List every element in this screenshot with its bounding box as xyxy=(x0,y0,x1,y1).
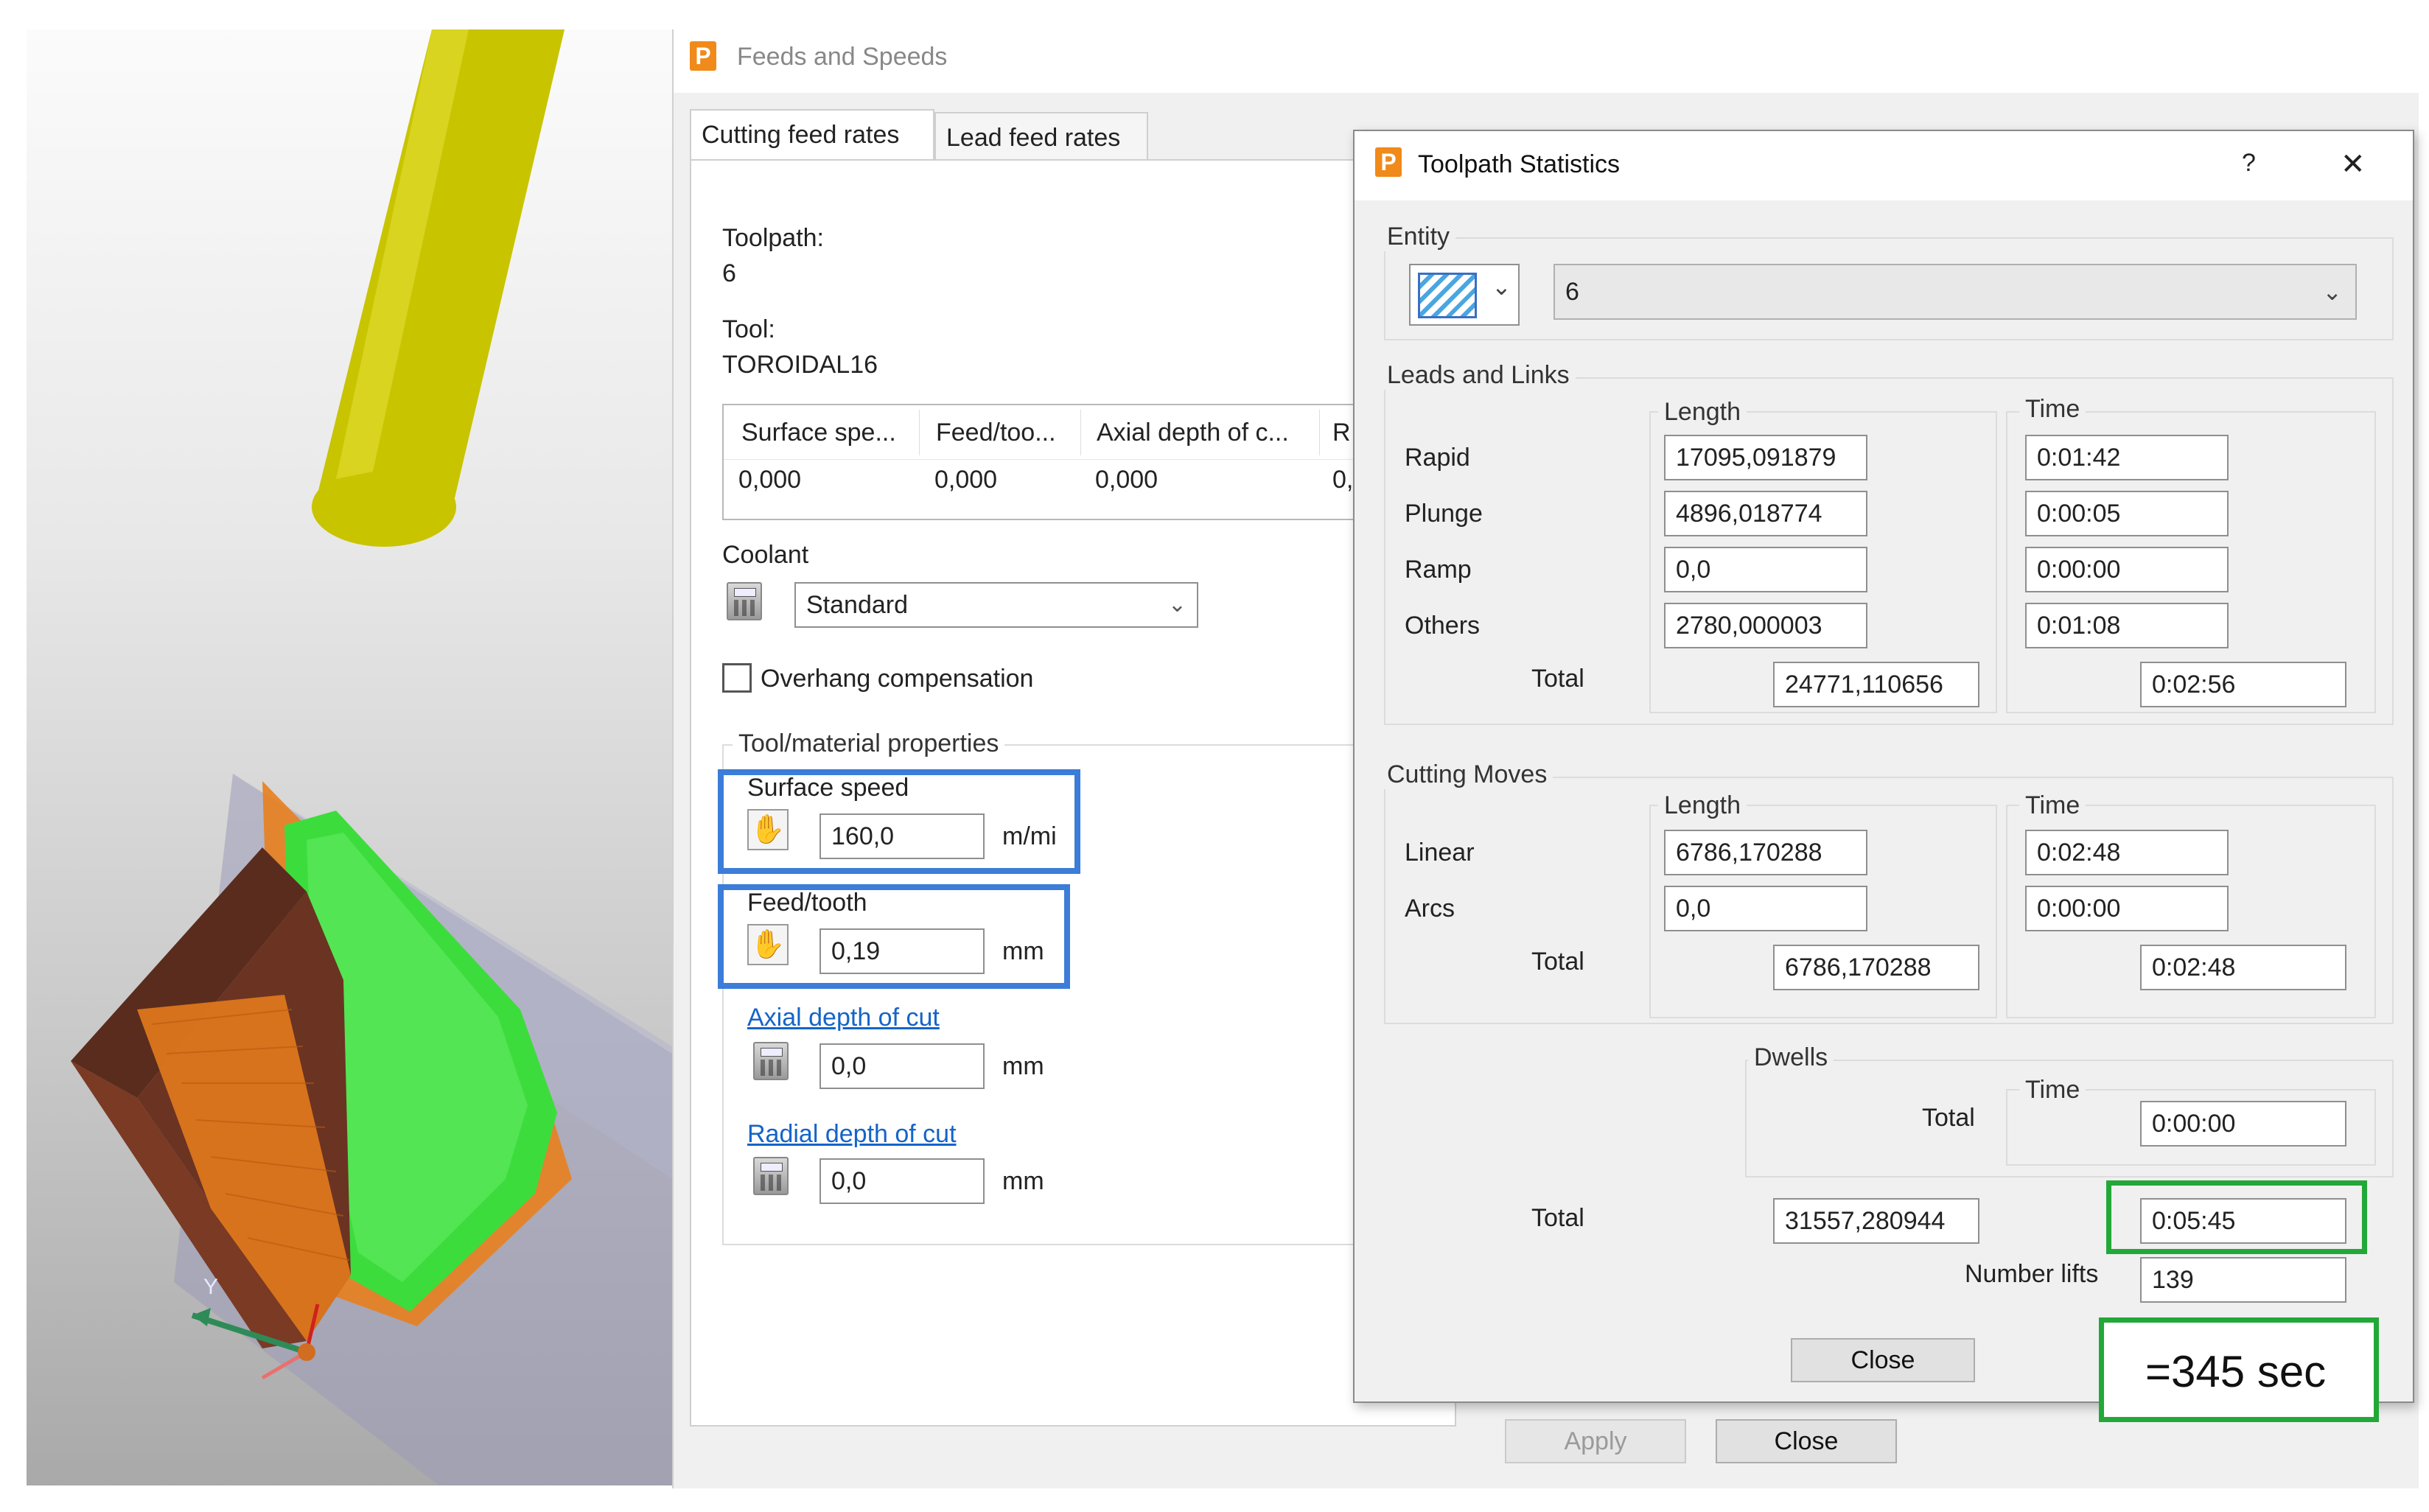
toolpath-value: 6 xyxy=(722,259,736,287)
cutting-length-field: 6786,170288 xyxy=(1664,830,1867,875)
axial-depth-input[interactable]: 0,0 xyxy=(819,1043,985,1089)
axial-depth-link[interactable]: Axial depth of cut xyxy=(747,1004,940,1032)
table-header-cell[interactable]: Axial depth of c... xyxy=(1097,419,1289,447)
grand-total-label: Total xyxy=(1531,1204,1584,1232)
leads-total-length: 24771,110656 xyxy=(1773,662,1979,707)
tab-lead-feed-rates[interactable]: Lead feed rates xyxy=(934,112,1148,161)
cutting-total-time: 0:02:48 xyxy=(2140,945,2346,990)
leads-time-field: 0:00:00 xyxy=(2025,547,2229,592)
cutting-time-header: Time xyxy=(2019,791,2086,820)
leads-links-title: Leads and Links xyxy=(1381,361,1576,390)
annotation-box: =345 sec xyxy=(2099,1317,2379,1422)
leads-length-header: Length xyxy=(1658,398,1747,427)
leads-time-field: 0:01:42 xyxy=(2025,435,2229,480)
calculator-icon[interactable] xyxy=(753,1042,789,1080)
leads-total-label: Total xyxy=(1531,665,1584,693)
leads-length-field: 0,0 xyxy=(1664,547,1867,592)
annotation-text: =345 sec xyxy=(2145,1347,2327,1396)
leads-time-field: 0:00:05 xyxy=(2025,491,2229,536)
grand-total-length: 31557,280944 xyxy=(1773,1198,1979,1244)
leads-length-field: 4896,018774 xyxy=(1664,491,1867,536)
coolant-label: Coolant xyxy=(722,541,809,569)
cutting-row-label: Linear xyxy=(1405,839,1475,867)
leads-row-label: Rapid xyxy=(1405,444,1470,472)
tab-cutting-feed-rates[interactable]: Cutting feed rates xyxy=(690,109,934,161)
radial-depth-input[interactable]: 0,0 xyxy=(819,1158,985,1204)
cutting-total-length: 6786,170288 xyxy=(1773,945,1979,990)
cutting-length-header: Length xyxy=(1658,791,1747,820)
dwells-total-label: Total xyxy=(1922,1104,1975,1132)
leads-row-label: Others xyxy=(1405,612,1481,640)
coolant-select[interactable]: Standard ⌄ xyxy=(794,582,1198,628)
tool-label: Tool: xyxy=(722,315,775,343)
table-row[interactable]: 0,000 0,000 0,000 0, xyxy=(724,460,1446,511)
chevron-down-icon: ⌄ xyxy=(2322,279,2342,305)
table-header-row: Surface spe... Feed/too... Axial depth o… xyxy=(724,405,1446,460)
entity-type-dropdown[interactable]: ⌄ xyxy=(1409,264,1520,326)
cutting-row-label: Arcs xyxy=(1405,895,1455,923)
toolpath-label: Toolpath: xyxy=(722,224,824,252)
overhang-checkbox[interactable] xyxy=(722,663,752,693)
dwells-total-time: 0:00:00 xyxy=(2140,1101,2346,1147)
leads-time-field: 0:01:08 xyxy=(2025,603,2229,648)
feeds-table: Surface spe... Feed/too... Axial depth o… xyxy=(722,404,1446,520)
calculator-icon[interactable] xyxy=(727,582,762,620)
dialog-close-button[interactable]: Close xyxy=(1791,1338,1975,1382)
radial-depth-unit: mm xyxy=(1002,1167,1044,1195)
cutting-length-field: 0,0 xyxy=(1664,886,1867,931)
cutting-tool-shape xyxy=(312,29,565,547)
toolpath-icon xyxy=(1418,273,1477,318)
app-logo-icon: P xyxy=(1375,147,1402,177)
help-button[interactable]: ? xyxy=(2242,149,2256,178)
toolpath-statistics-dialog: P Toolpath Statistics ? ✕ Entity ⌄ 6 ⌄ L… xyxy=(1353,130,2414,1403)
cutting-moves-title: Cutting Moves xyxy=(1381,760,1553,789)
cutting-time-field: 0:02:48 xyxy=(2025,830,2229,875)
apply-button[interactable]: Apply xyxy=(1505,1419,1686,1463)
table-header-cell[interactable]: R xyxy=(1332,419,1351,447)
cutting-time-field: 0:00:00 xyxy=(2025,886,2229,931)
dialog-close-icon[interactable]: ✕ xyxy=(2341,147,2366,181)
cutting-total-label: Total xyxy=(1531,948,1584,976)
leads-row-label: Plunge xyxy=(1405,500,1483,528)
leads-time-header: Time xyxy=(2019,395,2086,424)
calculator-icon[interactable] xyxy=(753,1157,789,1195)
table-cell: 0,000 xyxy=(1095,466,1158,494)
dwells-time-header: Time xyxy=(2019,1076,2086,1105)
window-title: Feeds and Speeds xyxy=(737,43,948,71)
total-time-highlight xyxy=(2106,1180,2367,1254)
3d-viewport[interactable]: Y xyxy=(27,29,672,1485)
leads-row-label: Ramp xyxy=(1405,556,1472,584)
properties-group-title: Tool/material properties xyxy=(733,729,1005,758)
close-button[interactable]: Close xyxy=(1716,1419,1897,1463)
viewport-scene xyxy=(71,29,672,1485)
number-lifts-label: Number lifts xyxy=(1965,1260,2099,1288)
axis-y-label: Y xyxy=(203,1275,219,1299)
feed-tooth-highlight xyxy=(718,884,1070,989)
entity-group-title: Entity xyxy=(1381,223,1456,251)
surface-speed-highlight xyxy=(718,769,1080,874)
overhang-label: Overhang compensation xyxy=(761,665,1034,693)
number-lifts-field: 139 xyxy=(2140,1257,2346,1303)
table-cell: 0,000 xyxy=(738,466,802,494)
table-cell: 0, xyxy=(1332,466,1354,494)
entity-value-select[interactable]: 6 ⌄ xyxy=(1553,264,2357,320)
leads-length-field: 2780,000003 xyxy=(1664,603,1867,648)
table-cell: 0,000 xyxy=(934,466,998,494)
tool-value: TOROIDAL16 xyxy=(722,351,878,379)
table-header-cell[interactable]: Feed/too... xyxy=(936,419,1056,447)
axial-depth-unit: mm xyxy=(1002,1052,1044,1080)
radial-depth-link[interactable]: Radial depth of cut xyxy=(747,1120,957,1149)
chevron-down-icon: ⌄ xyxy=(1492,273,1511,300)
leads-total-time: 0:02:56 xyxy=(2140,662,2346,707)
dwells-title: Dwells xyxy=(1748,1043,1834,1072)
table-header-cell[interactable]: Surface spe... xyxy=(741,419,896,447)
leads-length-field: 17095,091879 xyxy=(1664,435,1867,480)
app-logo-icon: P xyxy=(690,41,716,71)
chevron-down-icon: ⌄ xyxy=(1167,592,1186,617)
dialog-title: Toolpath Statistics xyxy=(1418,150,1621,178)
